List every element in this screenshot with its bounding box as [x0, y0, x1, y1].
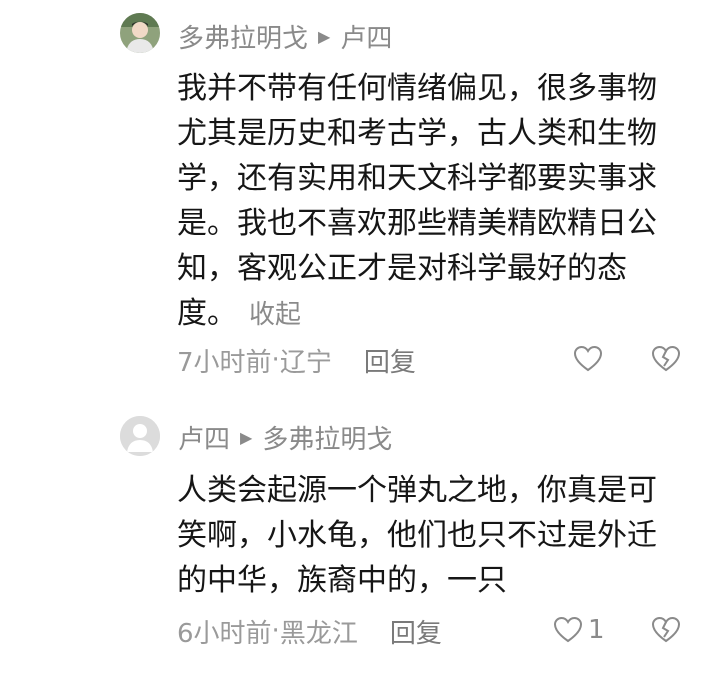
comment-meta: 6小时前 · 黑龙江 回复	[177, 613, 442, 649]
comment-author-row: 卢四 ▶ 多弗拉明戈	[178, 419, 392, 455]
reply-to-name[interactable]: 卢四	[340, 18, 392, 55]
like-count: 1	[588, 615, 605, 645]
heart-icon	[553, 616, 583, 643]
comment-item: 卢四 ▶ 多弗拉明戈 人类会起源一个弹丸之地，你真是可笑啊，小水龟，他们也只不过…	[0, 400, 720, 673]
collapse-button[interactable]: 收起	[249, 300, 301, 330]
comment-author-row: 多弗拉明戈 ▶ 卢四	[178, 18, 392, 54]
broken-heart-icon	[651, 616, 681, 643]
heart-icon	[573, 345, 603, 372]
comment-time: 7小时前	[177, 347, 272, 378]
reply-to-name[interactable]: 多弗拉明戈	[262, 419, 392, 456]
default-avatar-icon	[120, 416, 160, 456]
like-button[interactable]: 1	[552, 614, 605, 646]
avatar-photo-icon	[120, 13, 160, 53]
avatar[interactable]	[120, 416, 160, 456]
comment-item: 多弗拉明戈 ▶ 卢四 我并不带有任何情绪偏见，很多事物尤其是历史和考古学，古人类…	[0, 0, 720, 400]
comment-location: 辽宁	[279, 347, 332, 378]
reply-arrow-icon: ▶	[240, 427, 253, 447]
comment-body[interactable]: 人类会起源一个弹丸之地，你真是可笑啊，小水龟，他们也只不过是外迁的中华，族裔中的…	[177, 468, 677, 603]
reply-button[interactable]: 回复	[390, 613, 442, 650]
reply-arrow-icon: ▶	[318, 26, 331, 46]
meta-separator: ·	[271, 345, 280, 375]
comment-meta: 7小时前 · 辽宁 回复	[177, 342, 416, 378]
author-name[interactable]: 卢四	[178, 419, 230, 456]
author-name[interactable]: 多弗拉明戈	[178, 18, 308, 55]
comment-text: 我并不带有任何情绪偏见，很多事物尤其是历史和考古学，古人类和生物学，还有实用和天…	[177, 71, 657, 331]
dislike-button[interactable]	[650, 343, 682, 379]
like-button[interactable]	[572, 343, 604, 375]
comment-location: 黑龙江	[279, 618, 358, 649]
broken-heart-icon	[651, 345, 681, 372]
comment-body[interactable]: 我并不带有任何情绪偏见，很多事物尤其是历史和考古学，古人类和生物学，还有实用和天…	[177, 66, 677, 338]
comment-text: 人类会起源一个弹丸之地，你真是可笑啊，小水龟，他们也只不过是外迁的中华，族裔中的…	[177, 473, 657, 598]
comment-time: 6小时前	[177, 618, 272, 649]
dislike-button[interactable]	[650, 614, 682, 650]
avatar[interactable]	[120, 13, 160, 53]
reply-button[interactable]: 回复	[364, 342, 416, 379]
meta-separator: ·	[271, 616, 280, 646]
